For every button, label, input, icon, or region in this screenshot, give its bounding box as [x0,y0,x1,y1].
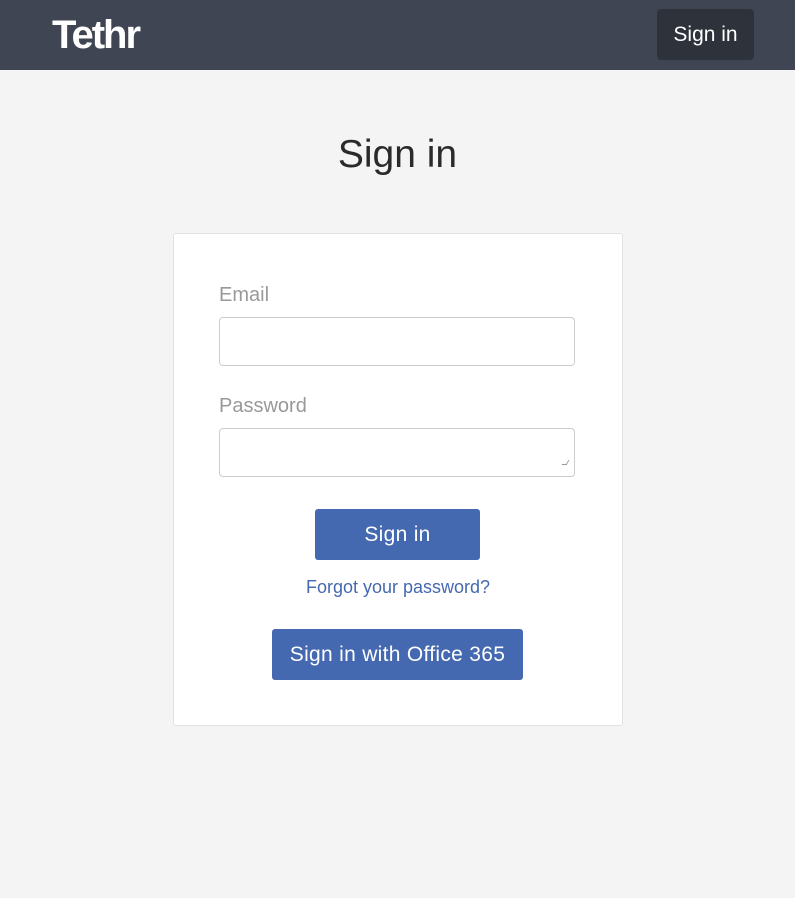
resize-grip-icon[interactable] [561,460,570,465]
page-title: Sign in [337,133,458,176]
password-label: Password [219,395,307,417]
email-field[interactable] [219,317,575,366]
header-sign-in-button[interactable]: Sign in [657,9,754,60]
top-navigation-bar: Tethr Sign in [0,0,795,70]
forgot-password-link[interactable]: Forgot your password? [174,574,622,600]
email-label: Email [219,284,270,306]
sign-in-card: Email Password Sign in Forgot your passw… [173,233,623,726]
sign-in-office365-button[interactable]: Sign in with Office 365 [272,629,523,680]
tethr-logo[interactable]: Tethr [52,10,141,60]
sign-in-button[interactable]: Sign in [315,509,480,560]
password-field[interactable] [219,428,575,477]
